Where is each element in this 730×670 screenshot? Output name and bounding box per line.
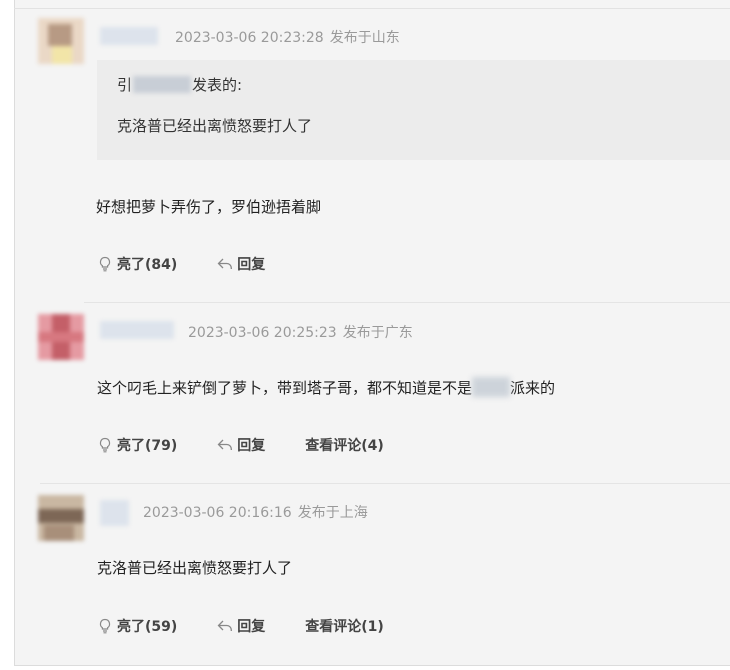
comment-actions: 亮了(59) 回复 查看评论(1)	[97, 616, 384, 636]
lightbulb-icon	[99, 437, 111, 453]
comment-text-part2: 派来的	[510, 379, 556, 397]
comment-meta: 2023-03-06 20:25:23 发布于广东	[188, 322, 413, 342]
light-button[interactable]: 亮了(79)	[97, 435, 177, 455]
reply-arrow-icon	[217, 620, 233, 631]
redacted-name	[472, 377, 511, 397]
reply-button[interactable]: 回复	[217, 435, 265, 455]
view-comments-button[interactable]: 查看评论(4)	[305, 435, 384, 455]
avatar[interactable]	[38, 495, 84, 541]
comment-text: 好想把萝卜弄伤了，罗伯逊捂着脚	[96, 198, 322, 216]
comment-text: 克洛普已经出离愤怒要打人了	[97, 559, 293, 577]
location: 发布于上海	[297, 505, 368, 521]
comment-text: 这个叼毛上来铲倒了萝卜，带到塔子哥，都不知道是不是 派来的	[97, 377, 555, 398]
comment-text-part1: 这个叼毛上来铲倒了萝卜，带到塔子哥，都不知道是不是	[97, 379, 473, 397]
lightbulb-icon	[99, 256, 111, 272]
panel-top-border	[14, 8, 730, 9]
reply-label: 回复	[237, 438, 266, 454]
username-redacted[interactable]	[100, 321, 174, 339]
lightbulb-icon	[99, 618, 111, 634]
timestamp: 2023-03-06 20:23:28	[175, 30, 324, 46]
light-button[interactable]: 亮了(59)	[97, 616, 177, 636]
reply-arrow-icon	[217, 439, 233, 450]
timestamp: 2023-03-06 20:25:23	[188, 325, 337, 341]
light-label: 亮了(84)	[117, 257, 178, 273]
comment-meta: 2023-03-06 20:16:16 发布于上海	[143, 502, 368, 522]
reply-button[interactable]: 回复	[217, 616, 265, 636]
comment-actions: 亮了(79) 回复 查看评论(4)	[97, 435, 384, 455]
quote-prefix: 引	[117, 76, 133, 94]
quote-suffix: 发表的:	[192, 76, 243, 94]
comment-divider	[84, 302, 730, 303]
location: 发布于山东	[329, 30, 400, 46]
comment-divider	[40, 483, 730, 484]
light-button[interactable]: 亮了(84)	[97, 254, 177, 274]
reply-label: 回复	[237, 619, 266, 635]
reply-arrow-icon	[217, 258, 233, 269]
reply-label: 回复	[237, 257, 266, 273]
reply-button[interactable]: 回复	[217, 254, 265, 274]
avatar[interactable]	[38, 18, 84, 64]
avatar[interactable]	[38, 314, 84, 360]
username-redacted[interactable]	[100, 500, 129, 526]
timestamp: 2023-03-06 20:16:16	[143, 505, 292, 521]
light-label: 亮了(79)	[117, 438, 178, 454]
quote-text: 克洛普已经出离愤怒要打人了	[117, 117, 313, 135]
comment-meta: 2023-03-06 20:23:28 发布于山东	[175, 27, 400, 47]
light-label: 亮了(59)	[117, 619, 178, 635]
quote-attribution: 引 发表的:	[117, 74, 242, 95]
quote-author-redacted	[133, 76, 192, 93]
location: 发布于广东	[342, 325, 413, 341]
username-redacted[interactable]	[100, 27, 158, 45]
view-comments-button[interactable]: 查看评论(1)	[305, 616, 384, 636]
comment-actions: 亮了(84) 回复	[97, 254, 265, 274]
